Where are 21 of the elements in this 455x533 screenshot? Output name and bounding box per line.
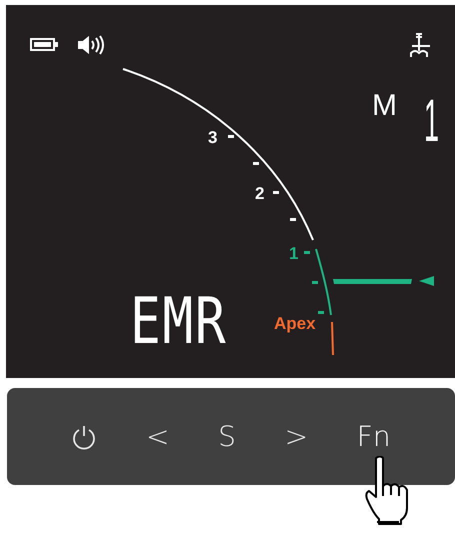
key-button[interactable]: > (280, 420, 312, 454)
key-button[interactable]: S (214, 420, 240, 454)
segment-readout: EMR (130, 290, 228, 354)
battery-icon (30, 38, 58, 51)
apex-label: Apex (274, 315, 316, 332)
scale-arc-zone (315, 248, 332, 316)
key-button[interactable]: < (142, 420, 174, 454)
apex-line (331, 322, 334, 356)
scale-tick (312, 281, 318, 284)
scale-tick (318, 311, 324, 314)
scale-label: 1 (289, 245, 298, 262)
scale-tick (290, 218, 296, 221)
mode-digit: 1 (424, 91, 440, 151)
speaker-icon (78, 35, 104, 55)
valve-icon (410, 33, 431, 58)
power-icon (71, 424, 98, 450)
key-button[interactable]: Fn (352, 420, 395, 454)
scale-label: 3 (208, 129, 218, 146)
mode-label: M (372, 91, 397, 121)
scale-tick (253, 162, 259, 165)
scale-label: 2 (255, 185, 264, 202)
